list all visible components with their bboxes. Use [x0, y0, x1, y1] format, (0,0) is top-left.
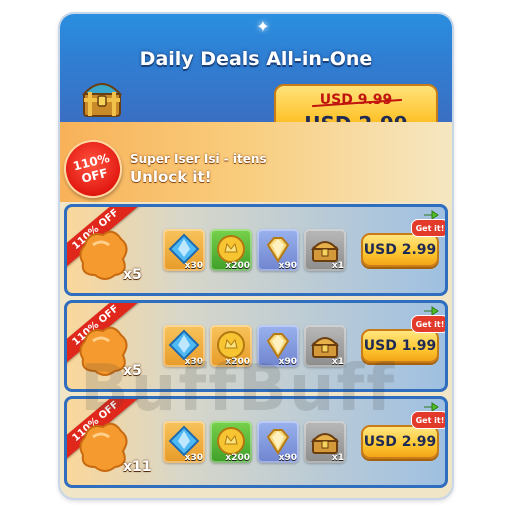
promo-headline: Unlock it! — [130, 168, 212, 186]
treasure-chest-icon — [81, 83, 123, 117]
main-item-quantity: x5 — [123, 267, 142, 283]
item-quantity: x200 — [225, 357, 250, 367]
header: ✦ Daily Deals All-in-One USD 9.99 USD 2.… — [60, 14, 452, 146]
promo-subtitle: Super Iser Isi - itens — [130, 152, 267, 166]
reward-item: x30 — [163, 421, 205, 463]
item-quantity: x200 — [225, 453, 250, 463]
daily-deals-panel: ✦ Daily Deals All-in-One USD 9.99 USD 2.… — [60, 14, 452, 498]
panel-title: Daily Deals All-in-One — [139, 48, 373, 70]
offer-row: 110% OFF x11 x30 x200 x90 x1 USD 2.99 Ge… — [64, 396, 448, 488]
item-quantity: x90 — [278, 453, 297, 463]
buy-button[interactable]: USD 1.99 — [361, 329, 439, 363]
reward-item: x1 — [304, 421, 346, 463]
get-it-tag[interactable]: Get it! — [411, 411, 445, 429]
main-item-quantity: x11 — [123, 459, 152, 475]
reward-item: x90 — [257, 325, 299, 367]
buy-button[interactable]: USD 2.99 — [361, 425, 439, 459]
item-quantity: x1 — [331, 453, 344, 463]
main-item-quantity: x5 — [123, 363, 142, 379]
offer-row: 110% OFF x5 x30 x200 x90 x1 USD 2.99 Get… — [64, 204, 448, 296]
item-quantity: x30 — [184, 261, 203, 271]
offer-row: 110% OFF x5 x30 x200 x90 x1 USD 1.99 Get… — [64, 300, 448, 392]
item-quantity: x90 — [278, 261, 297, 271]
reward-item: x30 — [163, 229, 205, 271]
item-quantity: x1 — [331, 261, 344, 271]
item-quantity: x30 — [184, 357, 203, 367]
item-quantity: x200 — [225, 261, 250, 271]
reward-item: x200 — [210, 325, 252, 367]
sparkle-icon: ✦ — [256, 17, 270, 36]
reward-item: x1 — [304, 229, 346, 271]
item-quantity: x30 — [184, 453, 203, 463]
item-quantity: x90 — [278, 357, 297, 367]
item-quantity: x1 — [331, 357, 344, 367]
reward-item: x200 — [210, 229, 252, 271]
reward-item: x90 — [257, 421, 299, 463]
reward-item: x30 — [163, 325, 205, 367]
reward-item: x1 — [304, 325, 346, 367]
get-it-tag[interactable]: Get it! — [411, 315, 445, 333]
reward-item: x90 — [257, 229, 299, 271]
buy-button[interactable]: USD 2.99 — [361, 233, 439, 267]
old-price: USD 9.99 — [319, 92, 393, 108]
reward-item: x200 — [210, 421, 252, 463]
get-it-tag[interactable]: Get it! — [411, 219, 445, 237]
